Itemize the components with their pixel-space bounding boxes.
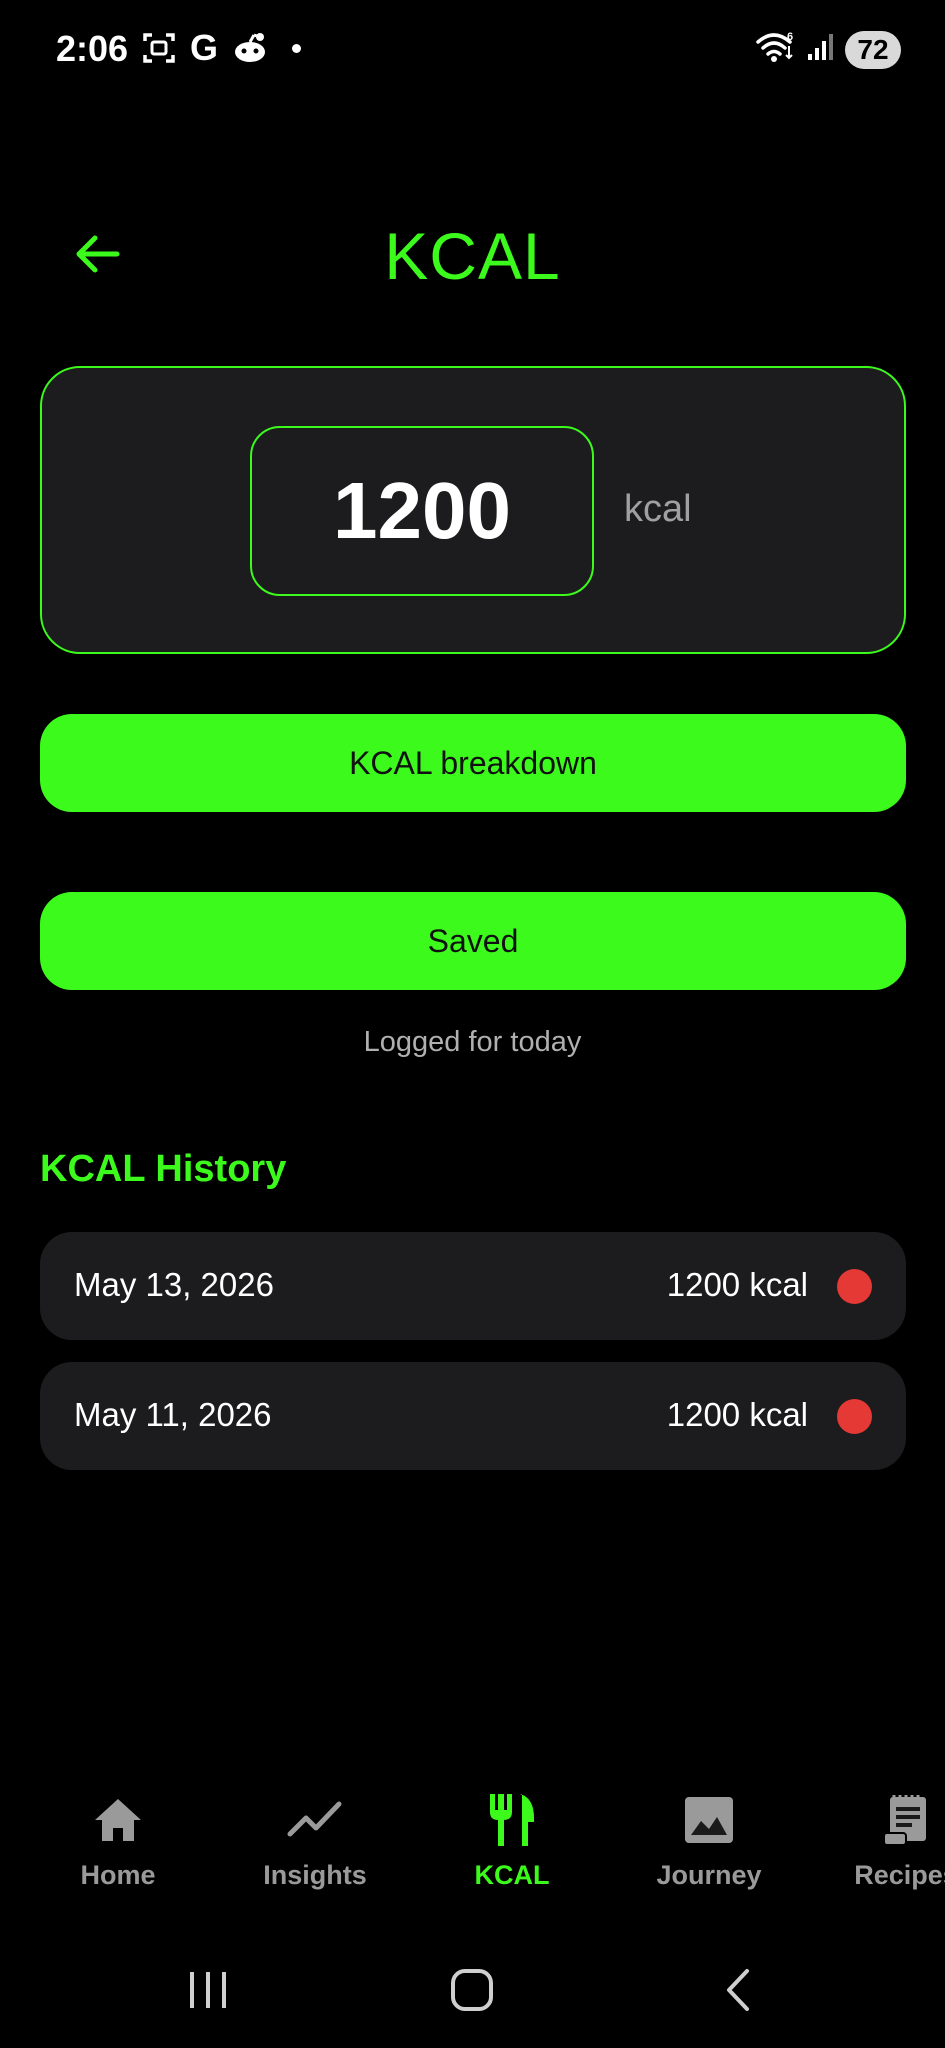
history-row[interactable]: May 13, 2026 1200 kcal	[40, 1232, 906, 1340]
status-bar: 2:06 G 6 72	[0, 0, 945, 100]
history-value: 1200 kcal	[666, 1266, 808, 1303]
status-time: 2:06	[56, 28, 129, 69]
trend-icon	[287, 1790, 343, 1850]
svg-text:6: 6	[787, 31, 793, 43]
reddit-icon	[232, 31, 268, 65]
nav-item-kcal[interactable]: KCAL	[422, 1790, 602, 1891]
status-notification-icons: G	[142, 27, 302, 68]
status-dot	[837, 1399, 872, 1434]
notification-dot	[292, 43, 302, 53]
nav-item-journey[interactable]: Journey	[619, 1790, 799, 1891]
history-row[interactable]: May 11, 2026 1200 kcal	[40, 1362, 906, 1470]
nav-label: Insights	[263, 1860, 367, 1890]
image-icon	[683, 1790, 735, 1850]
kcal-unit-label: kcal	[624, 488, 692, 530]
kcal-breakdown-button[interactable]: KCAL breakdown	[40, 714, 906, 812]
nav-item-recipes[interactable]: Recipes	[816, 1790, 945, 1891]
fork-knife-icon	[486, 1790, 538, 1850]
wifi-icon: 6	[755, 30, 797, 69]
saved-button[interactable]: Saved	[40, 892, 906, 990]
signal-icon	[807, 32, 835, 67]
recent-apps-icon	[190, 1972, 226, 2008]
google-icon: G	[190, 27, 219, 68]
status-system-icons: 6 72	[755, 30, 901, 69]
recent-apps-button[interactable]	[168, 1960, 248, 2020]
nav-label: Journey	[656, 1860, 762, 1890]
history-date: May 13, 2026	[74, 1266, 274, 1303]
page-title: KCAL	[384, 219, 561, 293]
system-back-button[interactable]	[698, 1960, 778, 2020]
kcal-input-card: 1200 kcal	[40, 366, 906, 654]
history-value: 1200 kcal	[666, 1396, 808, 1433]
nav-label: Home	[80, 1860, 156, 1890]
screenshot-icon	[142, 31, 176, 65]
recipe-icon	[882, 1790, 930, 1850]
status-dot	[837, 1269, 872, 1304]
battery-icon: 72	[845, 30, 901, 69]
nav-item-insights[interactable]: Insights	[225, 1790, 405, 1891]
home-outline-icon	[451, 1969, 493, 2011]
logged-status-text: Logged for today	[363, 1026, 582, 1058]
kcal-input[interactable]: 1200	[250, 426, 594, 596]
history-date: May 11, 2026	[74, 1396, 272, 1433]
nav-label: KCAL	[474, 1860, 550, 1890]
nav-item-home[interactable]: Home	[28, 1790, 208, 1891]
nav-label: Recipes	[854, 1860, 945, 1890]
home-icon	[92, 1790, 144, 1850]
chevron-left-icon	[727, 1969, 749, 2011]
system-nav-bar	[0, 1960, 945, 2030]
bottom-nav: Home Insights KCAL Journey Recipe	[0, 1790, 945, 1920]
history-title: KCAL History	[40, 1148, 287, 1190]
system-home-button[interactable]	[432, 1960, 512, 2020]
